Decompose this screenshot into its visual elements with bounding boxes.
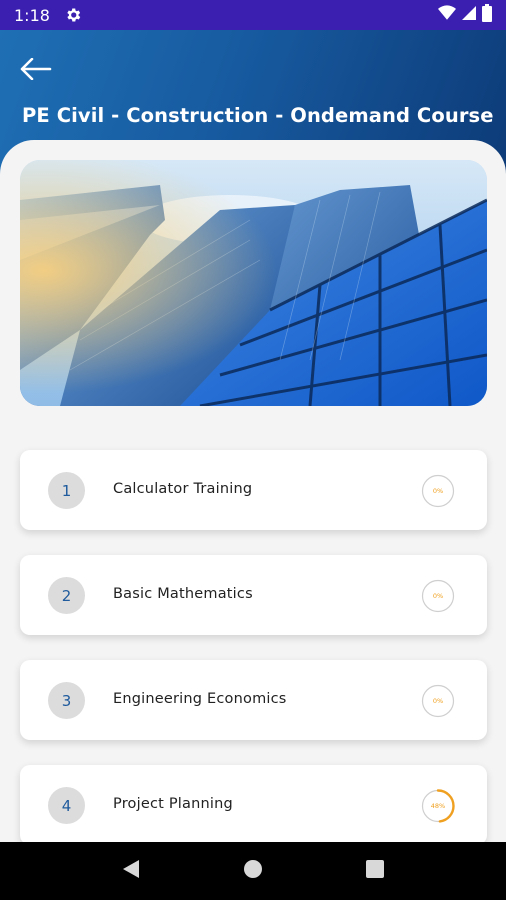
signal-icon (462, 5, 476, 26)
lesson-card-1[interactable]: 1 Calculator Training 0% (20, 450, 487, 530)
lesson-number: 4 (48, 787, 85, 824)
progress-text: 0% (432, 487, 444, 495)
lesson-label: Engineering Economics (113, 691, 287, 707)
lesson-card-3[interactable]: 3 Engineering Economics 0% (20, 660, 487, 740)
lesson-number: 2 (48, 577, 85, 614)
status-bar: 1:18 (0, 0, 506, 30)
home-circle-icon (243, 859, 263, 884)
progress-text: 48% (430, 802, 446, 810)
lesson-card-2[interactable]: 2 Basic Mathematics 0% (20, 555, 487, 635)
progress-ring: 48% (421, 789, 455, 823)
system-nav-bar (0, 842, 506, 900)
status-time: 1:18 (14, 5, 50, 25)
lesson-label: Basic Mathematics (113, 586, 253, 602)
lesson-card-4[interactable]: 4 Project Planning 48% (20, 765, 487, 842)
course-hero-image (20, 160, 487, 406)
progress-ring: 0% (421, 684, 455, 718)
back-triangle-icon (122, 859, 140, 884)
battery-icon (482, 3, 492, 27)
wifi-icon (438, 4, 456, 26)
lesson-label: Project Planning (113, 796, 233, 812)
arrow-left-icon (20, 57, 52, 85)
gear-icon (64, 6, 82, 24)
nav-back-button[interactable] (111, 851, 151, 891)
progress-ring: 0% (421, 474, 455, 508)
lesson-number: 1 (48, 472, 85, 509)
lesson-label: Calculator Training (113, 481, 253, 497)
recents-square-icon (366, 859, 384, 883)
progress-text: 0% (432, 697, 444, 705)
progress-ring: 0% (421, 579, 455, 613)
nav-home-button[interactable] (233, 851, 273, 891)
progress-text: 0% (432, 592, 444, 600)
content-panel: 1 Calculator Training 0% 2 Basic Mathema… (0, 140, 506, 842)
page-title: PE Civil - Construction - Ondemand Cours… (22, 104, 494, 127)
nav-recents-button[interactable] (355, 851, 395, 891)
back-button[interactable] (16, 54, 56, 88)
lesson-number: 3 (48, 682, 85, 719)
